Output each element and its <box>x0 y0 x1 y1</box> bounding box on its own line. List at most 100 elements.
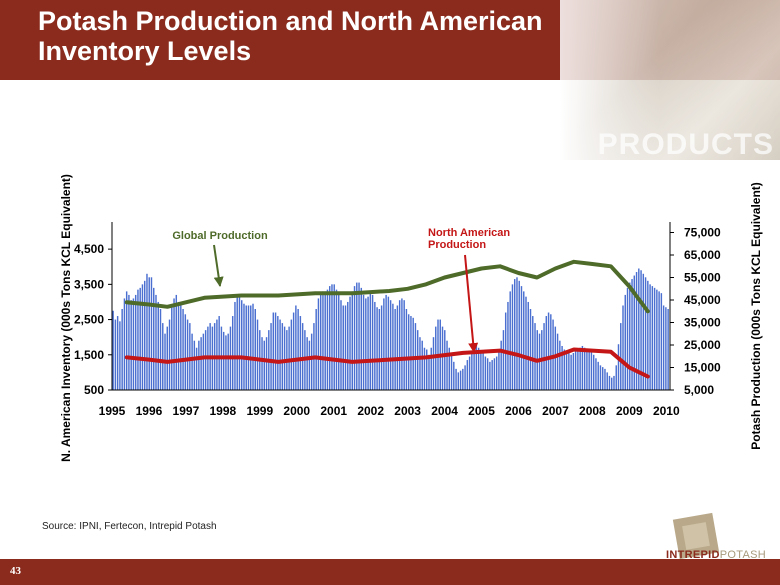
inventory-bar <box>315 309 317 390</box>
inventory-bar <box>195 347 198 390</box>
inventory-bar <box>342 305 344 390</box>
inventory-bar <box>428 354 430 390</box>
left-tick-label: 2,500 <box>74 313 104 327</box>
inventory-bar <box>459 370 462 390</box>
inventory-bar <box>430 347 432 390</box>
inventory-bar <box>335 289 338 390</box>
inventory-bar <box>462 368 464 390</box>
x-tick-label: 2009 <box>616 404 643 418</box>
inventory-bar <box>198 340 200 390</box>
inventory-bar <box>556 333 559 390</box>
inventory-bar <box>613 375 615 390</box>
inventory-bar <box>254 309 256 390</box>
footer-bar: 43 <box>0 559 780 585</box>
inventory-bar <box>222 331 225 390</box>
inventory-bar <box>134 294 137 390</box>
inventory-bar <box>527 301 529 390</box>
inventory-bar <box>516 277 518 390</box>
inventory-bar <box>243 303 245 390</box>
x-tick-label: 1998 <box>210 404 237 418</box>
inventory-bar <box>651 286 654 390</box>
inventory-bar <box>112 310 114 390</box>
inventory-bar <box>180 305 182 390</box>
inventory-bar <box>511 284 514 390</box>
inventory-bar <box>288 326 290 390</box>
inventory-bar <box>498 351 500 390</box>
inventory-bar <box>265 337 268 390</box>
inventory-bar <box>624 294 626 390</box>
inventory-bar <box>588 349 590 390</box>
right-axis-label: Potash Production (000s Tons KCL Equival… <box>749 182 763 450</box>
inventory-bar <box>592 354 595 390</box>
inventory-bar <box>606 372 608 390</box>
inventory-bar <box>146 273 148 390</box>
inventory-bar <box>396 305 399 390</box>
inventory-bar <box>653 287 656 390</box>
inventory-bar <box>601 367 604 390</box>
x-axis-ticks: 1995 1996 1997 1998 1999 2000 2001 2002 2003 2004… <box>99 404 680 418</box>
inventory-bar <box>534 323 536 390</box>
inventory-bar <box>513 279 516 390</box>
inventory-bar <box>649 284 651 390</box>
inventory-bar <box>389 300 392 390</box>
inventory-bar <box>416 330 419 390</box>
inventory-bar <box>182 309 184 390</box>
inventory-bar <box>387 296 390 390</box>
inventory-bar <box>656 289 658 390</box>
inventory-bar <box>423 347 426 390</box>
inventory-bar <box>376 307 378 390</box>
inventory-bar <box>523 291 525 390</box>
inventory-bar <box>263 340 266 390</box>
inventory-bar <box>141 284 144 390</box>
inventory-bar <box>568 353 570 390</box>
x-tick-label: 2008 <box>579 404 606 418</box>
inventory-bar <box>622 305 624 390</box>
source-note: Source: IPNI, Fertecon, Intrepid Potash <box>42 521 217 532</box>
combo-chart: Global Production North AmericanProductio… <box>59 174 763 462</box>
inventory-bar <box>297 309 299 390</box>
inventory-bar <box>529 309 532 390</box>
inventory-bar <box>326 289 329 390</box>
inventory-bar <box>500 340 502 390</box>
inventory-bar <box>599 365 602 390</box>
inventory-bar <box>306 337 308 390</box>
inventory-bar <box>216 319 218 390</box>
annotation-global-production: Global Production <box>172 230 268 242</box>
production-lines <box>124 259 650 379</box>
inventory-bar <box>143 280 146 390</box>
inventory-bar <box>238 296 241 390</box>
inventory-bar <box>371 294 374 390</box>
inventory-bar <box>617 344 620 390</box>
inventory-bar <box>631 279 633 390</box>
inventory-bar <box>132 298 135 390</box>
inventory-bar <box>157 301 159 390</box>
inventory-bar <box>604 368 606 390</box>
x-tick-label: 1996 <box>136 404 163 418</box>
left-tick-label: 4,500 <box>74 242 104 256</box>
inventory-bar <box>419 337 421 390</box>
inventory-bar <box>162 323 164 390</box>
inventory-bar <box>218 316 220 390</box>
inventory-bar <box>590 351 593 390</box>
x-tick-label: 2000 <box>283 404 310 418</box>
inventory-bar <box>615 365 617 390</box>
inventory-bar <box>292 312 295 390</box>
inventory-bar <box>432 337 435 390</box>
inventory-bar <box>471 351 473 390</box>
inventory-bar <box>595 358 597 390</box>
left-tick-label: 500 <box>84 383 104 397</box>
inventory-bar <box>171 305 173 390</box>
inventory-bar <box>453 361 455 390</box>
inventory-bar <box>378 309 381 390</box>
inventory-bar <box>299 316 302 390</box>
inventory-bar <box>570 354 572 390</box>
right-tick-label: 45,000 <box>684 293 721 307</box>
inventory-bar <box>611 377 613 390</box>
inventory-bar <box>658 291 660 390</box>
inventory-bar <box>241 300 243 390</box>
inventory-bar <box>356 282 358 390</box>
left-tick-label: 3,500 <box>74 277 104 291</box>
inventory-bar <box>166 326 168 390</box>
inventory-bar <box>410 316 412 390</box>
inventory-bar <box>385 294 387 390</box>
